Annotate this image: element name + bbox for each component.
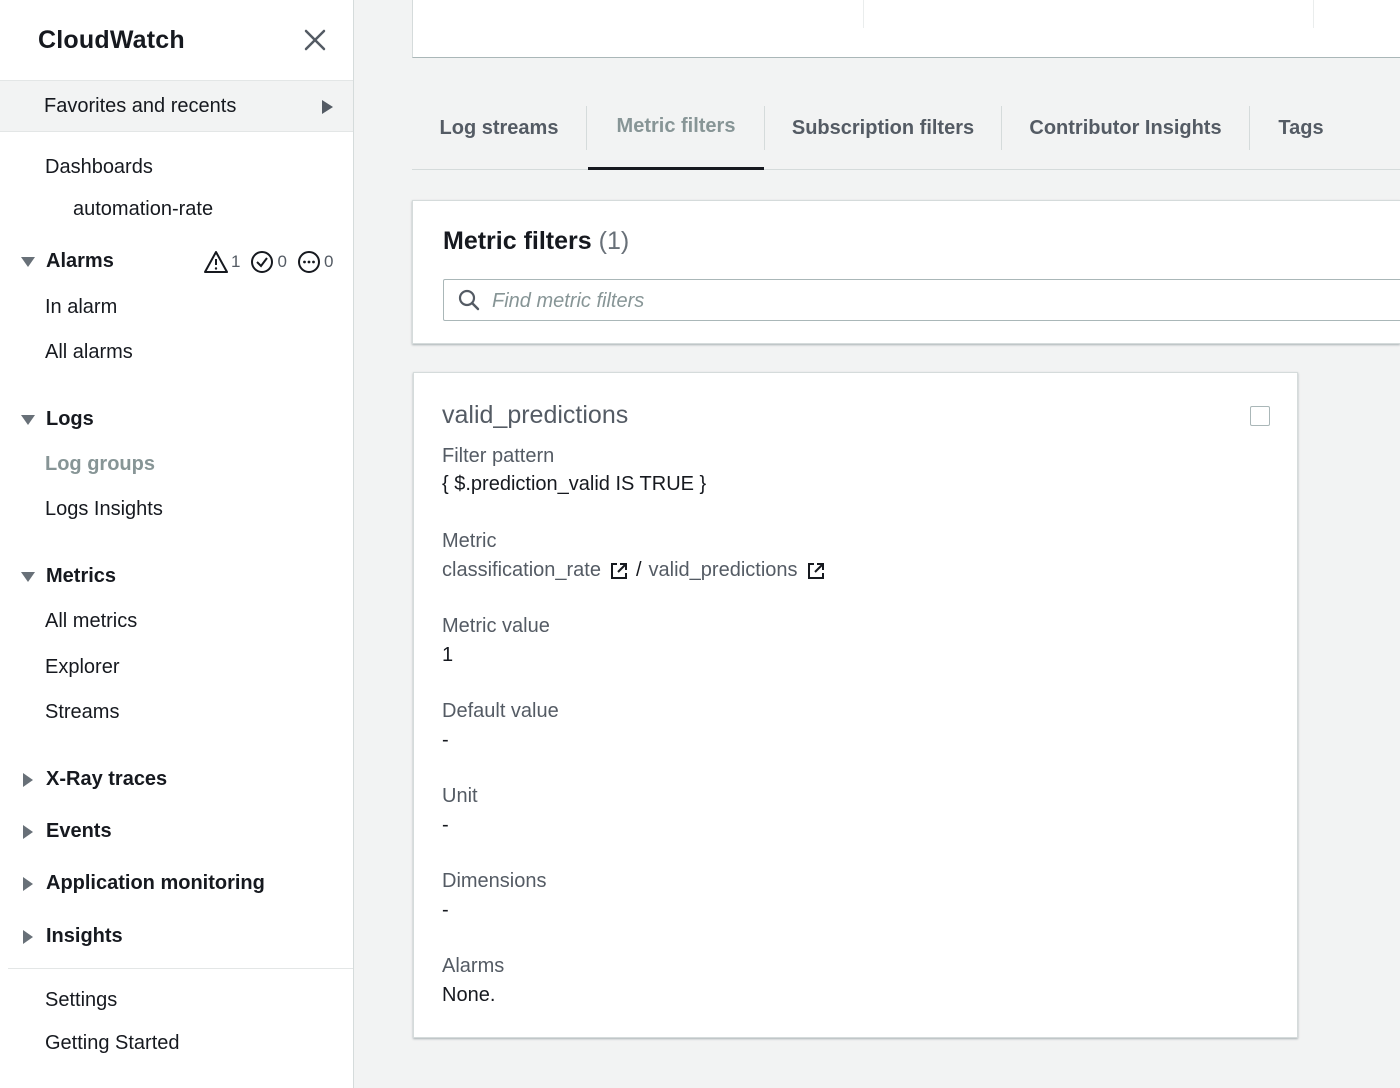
caret-right-icon bbox=[23, 876, 33, 891]
check-circle-icon bbox=[251, 251, 274, 273]
metric-filters-title-text: Metric filters bbox=[443, 227, 592, 255]
sidebar-section-label: X-Ray traces bbox=[46, 768, 168, 790]
select-checkbox[interactable] bbox=[1250, 406, 1270, 426]
metric-namespace-link[interactable]: classification_rate bbox=[442, 559, 601, 582]
search-box[interactable] bbox=[443, 279, 1400, 321]
alarms-value: None. bbox=[442, 984, 496, 1006]
in-alarm-count[interactable]: 1 bbox=[204, 250, 240, 274]
ok-count-value: 0 bbox=[277, 252, 287, 271]
sidebar-item-log-groups[interactable]: Log groups bbox=[45, 453, 155, 476]
details-panel bbox=[412, 0, 1400, 58]
sidebar-item-dashboards[interactable]: Dashboards bbox=[45, 156, 153, 179]
sidebar-section-events[interactable]: Events bbox=[18, 820, 112, 843]
sidebar-section-insights[interactable]: Insights bbox=[18, 925, 123, 948]
sidebar-section-logs[interactable]: Logs bbox=[18, 408, 94, 431]
in-alarm-count-value: 1 bbox=[231, 252, 241, 271]
sidebar-section-label: Metrics bbox=[46, 565, 117, 587]
tab-contributor-insights[interactable]: Contributor Insights bbox=[1002, 86, 1249, 170]
sidebar-item-logs-insights[interactable]: Logs Insights bbox=[45, 498, 163, 521]
sidebar-item-automation-rate[interactable]: automation-rate bbox=[73, 198, 213, 221]
filter-pattern-value: { $.prediction_valid IS TRUE } bbox=[442, 473, 707, 495]
metric-value-label: Metric value bbox=[442, 615, 550, 637]
tab-log-streams[interactable]: Log streams bbox=[412, 86, 586, 170]
sidebar-section-label: Application monitoring bbox=[46, 872, 265, 894]
warning-icon bbox=[204, 251, 228, 273]
sidebar-section-xray[interactable]: X-Ray traces bbox=[18, 768, 167, 791]
sidebar-title: CloudWatch bbox=[38, 26, 185, 54]
sidebar-item-explorer[interactable]: Explorer bbox=[45, 656, 119, 679]
search-icon bbox=[458, 289, 480, 311]
metric-filter-card: valid_predictions Filter pattern { $.pre… bbox=[413, 372, 1298, 1038]
tab-tags[interactable]: Tags bbox=[1250, 86, 1352, 170]
sidebar-section-label: Insights bbox=[46, 925, 123, 947]
default-value: - bbox=[442, 729, 449, 751]
caret-right-icon bbox=[23, 929, 33, 944]
sidebar-section-label: Events bbox=[46, 820, 112, 842]
column-divider bbox=[863, 0, 864, 28]
dimensions-value: - bbox=[442, 899, 449, 921]
column-divider bbox=[1313, 0, 1314, 28]
sidebar-item-settings[interactable]: Settings bbox=[45, 989, 117, 1012]
sidebar-section-label: Alarms bbox=[46, 250, 114, 272]
sidebar-section-alarms[interactable]: Alarms bbox=[18, 250, 114, 273]
sidebar-item-in-alarm[interactable]: In alarm bbox=[45, 296, 117, 319]
favorites-label: Favorites and recents bbox=[44, 95, 237, 117]
sidebar-section-application-monitoring[interactable]: Application monitoring bbox=[18, 872, 265, 895]
caret-down-icon bbox=[21, 256, 35, 267]
unit-label: Unit bbox=[442, 785, 478, 807]
tab-subscription-filters[interactable]: Subscription filters bbox=[765, 86, 1001, 170]
caret-down-icon bbox=[21, 414, 35, 425]
unit-value: - bbox=[442, 814, 449, 836]
metric-value-row: classification_rate / valid_predictions bbox=[442, 559, 826, 582]
metric-filters-title: Metric filters (1) bbox=[443, 227, 629, 256]
tab-bar: Log streams Metric filters Subscription … bbox=[412, 86, 1400, 170]
external-link-icon[interactable] bbox=[609, 561, 629, 581]
metric-value: 1 bbox=[442, 644, 454, 666]
alarm-counts: 1 0 0 bbox=[204, 250, 333, 274]
metric-filters-count: (1) bbox=[598, 227, 630, 255]
sidebar-section-label: Logs bbox=[46, 408, 94, 430]
favorites-and-recents[interactable]: Favorites and recents bbox=[0, 80, 353, 132]
search-input[interactable] bbox=[490, 284, 1374, 318]
metric-filters-header: Metric filters (1) bbox=[412, 200, 1400, 344]
alarms-label: Alarms bbox=[442, 955, 505, 977]
ok-count[interactable]: 0 bbox=[250, 250, 287, 274]
metric-separator: / bbox=[635, 559, 642, 581]
default-value-label: Default value bbox=[442, 700, 559, 722]
sidebar-section-metrics[interactable]: Metrics bbox=[18, 565, 116, 588]
filter-pattern-label: Filter pattern bbox=[442, 445, 555, 467]
sidebar-item-streams[interactable]: Streams bbox=[45, 701, 119, 724]
sidebar-item-getting-started[interactable]: Getting Started bbox=[45, 1032, 180, 1055]
metric-label: Metric bbox=[442, 530, 497, 552]
caret-down-icon bbox=[21, 571, 35, 582]
close-icon[interactable] bbox=[300, 25, 330, 55]
caret-right-icon bbox=[23, 824, 33, 839]
caret-right-icon bbox=[23, 772, 33, 787]
external-link-icon[interactable] bbox=[806, 561, 826, 581]
dimensions-label: Dimensions bbox=[442, 870, 547, 892]
tab-metric-filters[interactable]: Metric filters bbox=[588, 86, 764, 170]
sidebar-divider bbox=[8, 968, 353, 969]
caret-right-icon bbox=[322, 100, 333, 114]
ellipsis-circle-icon bbox=[297, 251, 320, 273]
metric-name-link[interactable]: valid_predictions bbox=[649, 559, 798, 582]
sidebar-item-all-metrics[interactable]: All metrics bbox=[45, 610, 137, 633]
insufficient-count-value: 0 bbox=[323, 252, 334, 271]
filter-name: valid_predictions bbox=[442, 401, 629, 429]
sidebar: CloudWatch Favorites and recents Dashboa… bbox=[0, 0, 354, 1088]
insufficient-data-count[interactable]: 0 bbox=[297, 250, 333, 274]
sidebar-item-all-alarms[interactable]: All alarms bbox=[45, 341, 133, 364]
tab-divider bbox=[586, 106, 587, 150]
